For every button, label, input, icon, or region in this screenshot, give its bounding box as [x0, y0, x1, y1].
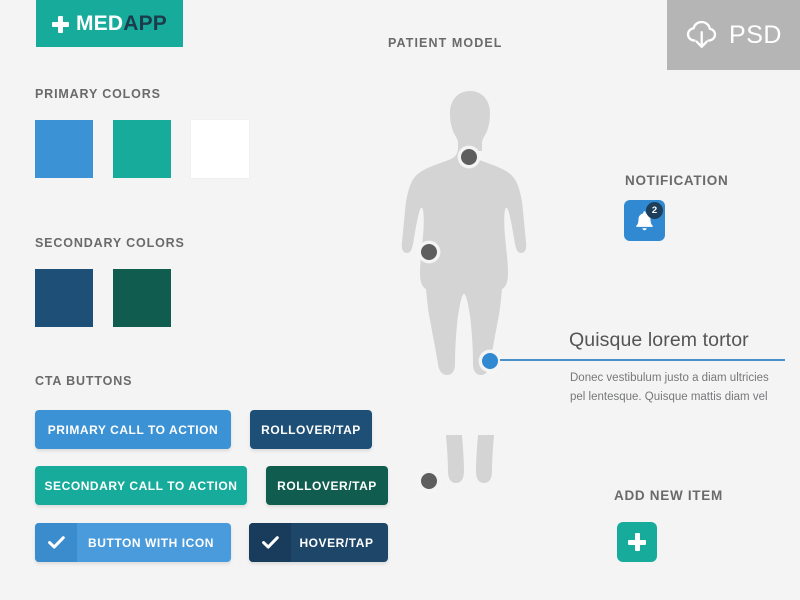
notification-button[interactable]: 2: [624, 200, 665, 241]
plus-icon: [51, 15, 69, 33]
swatch-secondary-navy[interactable]: [35, 269, 93, 327]
app-logo[interactable]: MEDAPP: [36, 0, 183, 47]
section-title-cta-buttons: CTA BUTTONS: [35, 374, 133, 388]
secondary-call-to-action-button[interactable]: SECONDARY CALL TO ACTION: [35, 466, 247, 505]
app-logo-text-primary: MED: [75, 12, 124, 35]
secondary-rollover-tap-button[interactable]: ROLLOVER/TAP: [266, 466, 388, 505]
secondary-rollover-tap-label: ROLLOVER/TAP: [277, 478, 377, 493]
check-icon: [47, 536, 65, 549]
notification-count-badge: 2: [646, 202, 663, 219]
section-title-patient-model: PATIENT MODEL: [388, 36, 503, 50]
hover-tap-with-icon-label: HOVER/TAP: [299, 535, 374, 550]
ui-kit-canvas: MEDAPP PSD PRIMARY COLORS SECONDARY COLO…: [0, 0, 800, 600]
section-title-secondary-colors: SECONDARY COLORS: [35, 236, 185, 250]
marker-ankle[interactable]: [418, 470, 440, 492]
button-with-icon-label: BUTTON WITH ICON: [88, 535, 214, 550]
button-with-icon-icon-pane: [35, 523, 77, 562]
callout-connector-line: [500, 359, 785, 361]
app-logo-text: MEDAPP: [76, 13, 167, 34]
primary-call-to-action-button[interactable]: PRIMARY CALL TO ACTION: [35, 410, 231, 449]
check-icon: [261, 536, 279, 549]
psd-download-badge[interactable]: PSD: [667, 0, 800, 70]
swatch-primary-white[interactable]: [191, 120, 249, 178]
callout-body-text: Donec vestibulum justo a diam ultricies …: [570, 372, 769, 403]
swatch-secondary-teal[interactable]: [113, 269, 171, 327]
hover-tap-label-pane: HOVER/TAP: [291, 536, 388, 550]
patient-model-figure[interactable]: [380, 85, 560, 505]
primary-call-to-action-label: PRIMARY CALL TO ACTION: [47, 422, 219, 437]
app-logo-text-secondary: APP: [123, 12, 168, 35]
section-title-primary-colors: PRIMARY COLORS: [35, 87, 161, 101]
secondary-call-to-action-label: SECONDARY CALL TO ACTION: [44, 478, 238, 493]
primary-rollover-tap-label: ROLLOVER/TAP: [261, 422, 361, 437]
hover-tap-with-icon-button[interactable]: HOVER/TAP: [249, 523, 388, 562]
button-with-icon-label-pane: BUTTON WITH ICON: [77, 536, 231, 550]
marker-knee[interactable]: [479, 350, 501, 372]
plus-icon: [628, 533, 646, 551]
section-title-add-new-item: ADD NEW ITEM: [614, 488, 723, 503]
marker-neck[interactable]: [458, 146, 480, 168]
psd-badge-label: PSD: [729, 20, 782, 49]
add-new-item-button[interactable]: [617, 522, 657, 562]
button-with-icon[interactable]: BUTTON WITH ICON: [35, 523, 231, 562]
marker-abdomen[interactable]: [418, 241, 440, 263]
callout-title: Quisque lorem tortor: [569, 329, 749, 351]
section-title-notification: NOTIFICATION: [625, 173, 729, 188]
primary-rollover-tap-button[interactable]: ROLLOVER/TAP: [250, 410, 372, 449]
cloud-download-icon: [685, 20, 719, 50]
swatch-primary-blue[interactable]: [35, 120, 93, 178]
hover-tap-icon-pane: [249, 523, 291, 562]
swatch-primary-teal[interactable]: [113, 120, 171, 178]
